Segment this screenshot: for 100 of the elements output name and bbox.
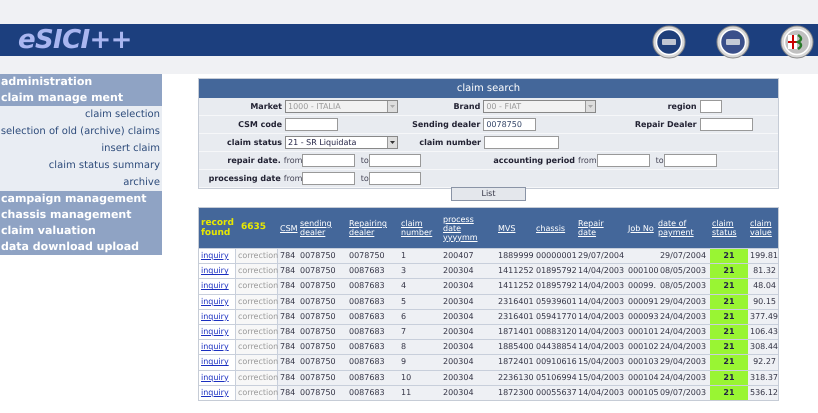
table-cell-text: 308.44 — [749, 341, 778, 354]
panel-title: claim search — [199, 79, 778, 98]
table-cell-text: 11 — [400, 386, 412, 399]
sidebar-item[interactable]: insert claim — [0, 140, 162, 157]
inquiry-link[interactable]: inquiry — [199, 294, 235, 309]
dropdown-arrow-icon — [390, 105, 395, 108]
table-cell-text: 200304 — [442, 372, 475, 384]
input-field[interactable] — [664, 154, 717, 167]
brand-badge-icon — [716, 25, 750, 59]
table-cell-text: 14/04/2003 — [577, 265, 626, 278]
table-cell-text: 0078750 — [299, 280, 337, 292]
input-field[interactable] — [700, 100, 722, 113]
inquiry-link[interactable]: inquiry — [199, 370, 235, 385]
column-header-link[interactable]: claim value — [748, 219, 778, 237]
input-field[interactable] — [596, 154, 650, 167]
list-button[interactable]: List — [451, 187, 526, 201]
status-cell: 21 — [710, 386, 748, 400]
table-cell-text: 0078750 — [299, 296, 337, 308]
sidebar-item[interactable]: selection of old (archive) claims — [0, 123, 162, 140]
table-cell-text: 00099. — [627, 280, 656, 292]
table-cell-text: 29/04/2003 — [658, 296, 708, 308]
table-cell-text: 14/04/2003 — [577, 310, 626, 323]
sidebar-item[interactable]: archive — [0, 174, 162, 191]
table-cell-text: 784 — [279, 280, 296, 292]
field-label: accounting period — [492, 154, 576, 166]
inquiry-link[interactable]: inquiry — [199, 324, 235, 340]
table-cell-text: 000100 — [627, 265, 656, 278]
inquiry-link[interactable]: inquiry — [199, 340, 235, 354]
table-cell-text: 5 — [400, 296, 408, 308]
input-field[interactable] — [285, 118, 338, 131]
table-cell-text: 784 — [279, 372, 296, 384]
table-cell-text: 0087683 — [348, 386, 386, 399]
record-count: 6635 — [240, 221, 266, 234]
status-cell: 21 — [710, 310, 748, 324]
column-header-link[interactable]: chassis — [534, 224, 576, 232]
table-cell-text: 0087683 — [348, 280, 386, 292]
inquiry-link[interactable]: inquiry — [199, 249, 235, 264]
correction-label: correction — [235, 370, 278, 385]
table-cell-text: 000093 — [627, 310, 656, 323]
column-header-link[interactable]: date of payment — [656, 219, 710, 237]
input-field[interactable] — [368, 172, 421, 185]
column-header-link[interactable]: MVS — [496, 224, 534, 232]
column-header-link[interactable]: CSM — [278, 224, 298, 232]
dropdown-field[interactable]: 21 - SR Liquidata — [285, 136, 398, 149]
status-cell: 21 — [710, 324, 748, 340]
field-label: claim number — [418, 136, 482, 148]
table-cell-text: 377.49 — [749, 310, 778, 323]
table-cell-text: 1411252 — [497, 280, 534, 292]
inquiry-link[interactable]: inquiry — [199, 355, 235, 370]
table-cell-text: 15/04/2003 — [577, 356, 626, 368]
table-cell-text: 29/07/2004 — [577, 250, 626, 262]
column-header-link[interactable]: sending dealer — [298, 219, 347, 237]
inquiry-link[interactable]: inquiry — [199, 264, 235, 278]
input-field[interactable] — [484, 136, 559, 149]
table-cell-text: 08/05/2003 — [658, 265, 708, 278]
table-cell-text: 7 — [400, 326, 408, 338]
app-logo: eSICI++ — [18, 27, 132, 53]
sidebar-item[interactable]: claim selection — [0, 106, 162, 123]
column-header-link[interactable]: process date yyyymm — [441, 214, 496, 242]
table-cell-text: 0087683 — [348, 372, 386, 384]
input-field[interactable] — [700, 118, 753, 131]
inquiry-link[interactable]: inquiry — [199, 310, 235, 324]
input-field[interactable] — [302, 172, 355, 185]
inquiry-link[interactable]: inquiry — [199, 279, 235, 294]
input-field[interactable] — [368, 154, 421, 167]
table-cell-text: 90.15 — [752, 296, 777, 308]
input-field[interactable]: 0078750 — [483, 118, 536, 131]
to-label: to — [656, 154, 664, 166]
column-header-link[interactable]: claim number — [399, 219, 441, 237]
table-cell-text: 0078750 — [299, 372, 337, 384]
table-cell-text: 000101 — [627, 326, 656, 338]
table-cell-text: 784 — [279, 341, 296, 354]
column-header-link[interactable]: Repair date — [576, 219, 626, 237]
correction-label: correction — [235, 355, 278, 370]
column-header-link[interactable]: Job No — [626, 224, 656, 232]
table-cell-text: 10 — [400, 372, 412, 384]
table-cell-text: 14/04/2003 — [577, 341, 626, 354]
to-label: to — [360, 172, 369, 184]
column-header-link[interactable]: Repairing dealer — [347, 219, 399, 237]
status-cell: 21 — [710, 340, 748, 354]
table-cell-text: 2236130 — [497, 372, 534, 384]
from-label: from — [578, 154, 597, 166]
table-cell-text: 200304 — [442, 356, 475, 368]
table-cell-text: 784 — [279, 296, 296, 308]
table-cell-text: 200304 — [442, 310, 475, 323]
sidebar-item[interactable]: claim status summary — [0, 157, 162, 174]
table-cell-text: 0087683 — [348, 265, 386, 278]
inquiry-link[interactable]: inquiry — [199, 386, 235, 400]
table-cell-text: 05941770 — [535, 310, 576, 323]
column-header-link[interactable]: claim status — [710, 219, 748, 237]
table-cell-text: 29/07/2004 — [658, 250, 708, 262]
table-cell-text: 08/05/2003 — [658, 280, 708, 292]
table-cell-text: 00883120 — [535, 326, 576, 338]
table-cell-text: 2316401 — [497, 310, 534, 323]
table-cell-text: 48.04 — [752, 280, 777, 292]
table-cell-text: 1 — [400, 250, 408, 262]
brand-badge-icon — [780, 25, 814, 59]
input-field[interactable] — [302, 154, 355, 167]
status-cell: 21 — [710, 249, 748, 264]
table-cell-text: 0078750 — [299, 386, 337, 399]
